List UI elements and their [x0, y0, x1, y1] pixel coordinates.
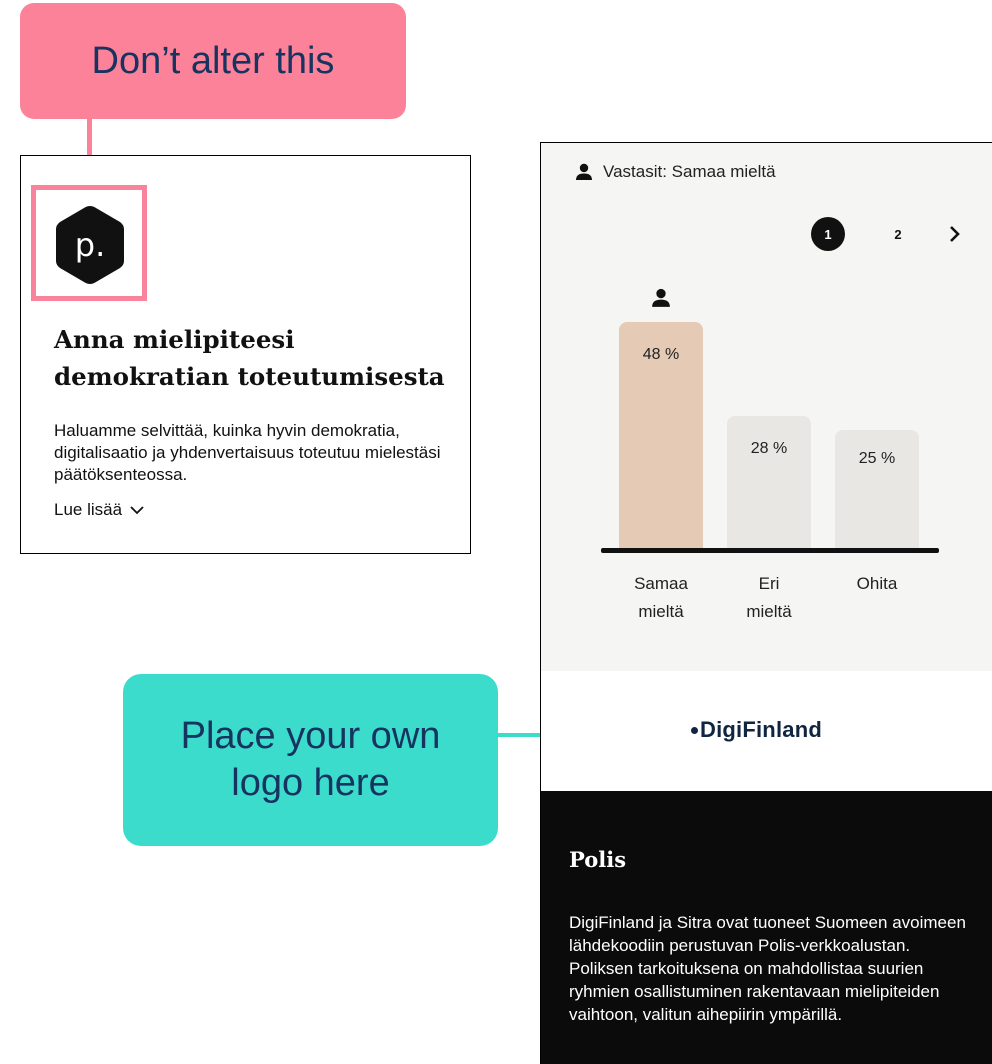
chart-value-label-3: 25 %: [858, 450, 896, 467]
selected-answer-user-icon: [652, 288, 670, 307]
chart-category-label-3: Ohita: [817, 570, 937, 598]
chart-category-line: Ohita: [856, 574, 898, 593]
annotation-place-logo: Place your own logo here: [123, 674, 498, 846]
chart-baseline: [601, 548, 939, 553]
digifinland-wordmark: DigiFinland: [700, 717, 822, 742]
annotation-place-logo-text: Place your own logo here: [180, 715, 441, 804]
results-bar-chart: 48 % Samaa mieltä 28 % Eri mieltä 25 % Ohita: [541, 143, 992, 671]
logo-letter: p.: [74, 226, 106, 264]
read-more-button[interactable]: Lue lisää: [54, 500, 144, 520]
chart-category-line: mieltä: [746, 602, 792, 621]
chart-category-label-2: Eri mieltä: [709, 570, 829, 626]
survey-title: Anna mielipiteesi demokratian toteutumis…: [54, 325, 445, 391]
chart-category-line: mieltä: [638, 602, 684, 621]
footer-description: DigiFinland ja Sitra ovat tuoneet Suomee…: [569, 913, 966, 1024]
footer: Polis DigiFinland ja Sitra ovat tuoneet …: [541, 791, 992, 1064]
chart-value-label-1: 48 %: [642, 346, 680, 363]
chart-bar-2: [727, 416, 811, 548]
survey-intro-card: p. Anna mielipiteesi demokratian toteutu…: [20, 155, 471, 554]
digifinland-mark-icon: [691, 726, 698, 734]
digifinland-logo: DigiFinland: [691, 717, 822, 743]
chart-bar-3: [835, 430, 919, 548]
results-panel: Vastasit: Samaa mieltä 1 2 48 % Samaa miel…: [541, 143, 992, 671]
polis-logo: p.: [54, 204, 126, 286]
chart-category-label-1: Samaa mieltä: [601, 570, 721, 626]
read-more-label: Lue lisää: [54, 500, 123, 519]
annotation-dont-alter: Don’t alter this: [20, 3, 406, 119]
footer-title: Polis: [569, 847, 627, 872]
chart-category-line: Eri: [758, 574, 780, 593]
chart-category-line: Samaa: [634, 574, 688, 593]
survey-description: Haluamme selvittää, kuinka hyvin demokra…: [54, 421, 441, 484]
logo-highlight-frame: p.: [31, 185, 147, 301]
chart-value-label-2: 28 %: [750, 440, 788, 457]
chevron-down-icon: [130, 506, 144, 515]
annotation-dont-alter-text: Don’t alter this: [91, 39, 335, 82]
phone-screenshot: Vastasit: Samaa mieltä 1 2 48 % Samaa miel…: [540, 142, 992, 1064]
